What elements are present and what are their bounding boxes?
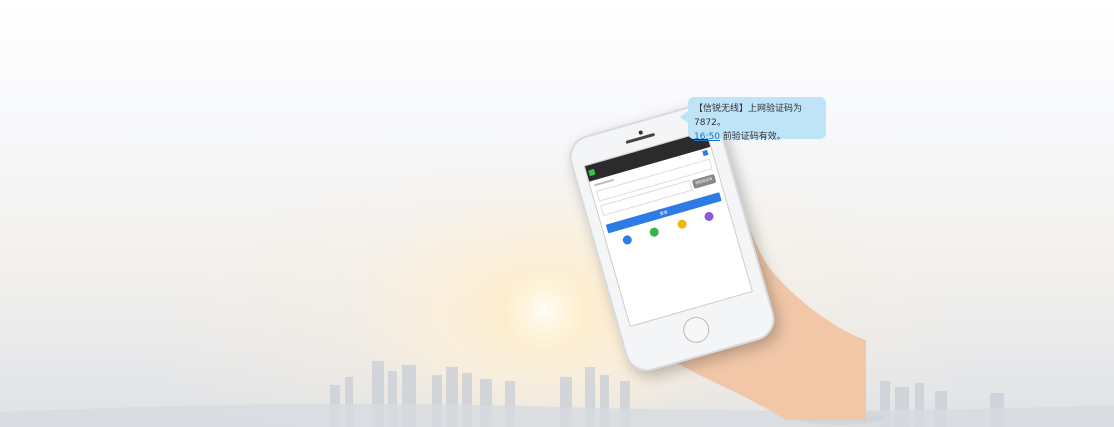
message-icon (588, 168, 596, 177)
purple-icon[interactable] (703, 210, 715, 222)
sms-bubble: 【信锐无线】上网验证码为7872。 16:50 前验证码有效。 (680, 97, 826, 142)
camera-dot (638, 130, 644, 136)
sms-time-link[interactable]: 16:50 (694, 132, 720, 142)
qq-icon[interactable] (676, 218, 688, 230)
blue-icon[interactable] (621, 234, 633, 246)
hero-banner: 获取验证码 ​ 登录 【信锐无线】上网验证码为7872。 16:50 前验证码有… (0, 0, 1114, 427)
sms-line-2: 16:50 前验证码有效。 (694, 130, 820, 144)
city-skyline (0, 361, 1114, 427)
sms-suffix: 前验证码有效。 (719, 132, 786, 142)
sms-line-1: 【信锐无线】上网验证码为7872。 (694, 104, 803, 128)
phone-screen: 获取验证码 ​ 登录 (583, 130, 753, 328)
home-button (680, 313, 713, 346)
wechat-icon[interactable] (648, 226, 661, 238)
